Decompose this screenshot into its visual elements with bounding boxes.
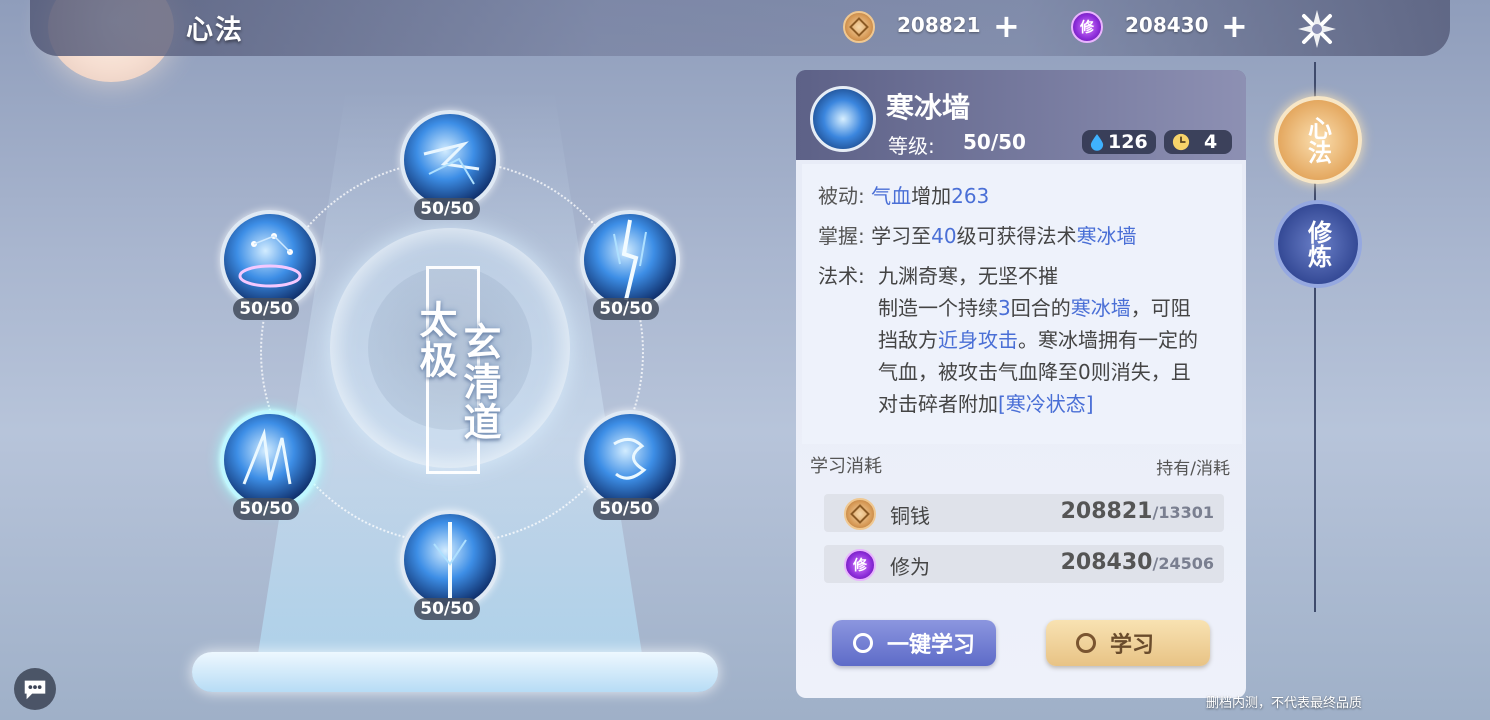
passive-label: 被动: [818, 184, 865, 208]
tab-xiulian[interactable]: 修炼 [1274, 200, 1362, 288]
spell-text: 九渊奇寒，无坚不摧 制造一个持续3回合的寒冰墙，可阻 挡敌方近身攻击。寒冰墙拥有… [878, 260, 1238, 420]
cost-header: 学习消耗 持有/消耗 [810, 452, 1230, 479]
cost-row-copper: 铜钱 208821/13301 [824, 494, 1224, 532]
cost-name: 铜钱 [890, 504, 930, 528]
mana-cost-pill: 126 [1082, 130, 1156, 154]
skill-slot-lower-right[interactable] [580, 410, 680, 510]
skill-level-badge: 50/50 [414, 598, 480, 620]
rune-icon [613, 438, 647, 480]
learn-all-button[interactable]: 一键学习 [832, 620, 996, 666]
cost-row-xiuwei: 修 修为 208430/24506 [824, 545, 1224, 583]
clock-icon [1172, 133, 1190, 151]
selected-skill-icon [810, 86, 876, 152]
skill-slot-upper-left[interactable] [220, 210, 320, 310]
circle-icon [1075, 633, 1096, 653]
close-icon [1298, 10, 1336, 48]
spell-line-1: 九渊奇寒，无坚不摧 [878, 264, 1058, 288]
spell-line-3: 挡敌方近身攻击。寒冰墙拥有一定的 [878, 328, 1198, 352]
master-level: 40 [931, 224, 957, 248]
skill-name: 寒冰墙 [886, 91, 971, 124]
cost-name: 修为 [890, 555, 930, 579]
lightning-icon [423, 141, 480, 185]
spell-line-5: 对击碎者附加[寒冷状态] [878, 392, 1094, 416]
skill-level-badge: 50/50 [593, 498, 659, 520]
skill-description: 被动: 气血增加263 掌握: 学习至40级可获得法术寒冰墙 法术: 九渊奇寒，… [802, 164, 1242, 444]
cost-amount: 208821/13301 [1060, 499, 1214, 524]
learn-label: 学习 [1109, 633, 1154, 658]
thunder-icon [613, 219, 647, 301]
cooldown-pill: 4 [1164, 130, 1232, 154]
add-copper-button[interactable]: + [993, 10, 1020, 42]
cooldown-value: 4 [1204, 131, 1218, 153]
xiu-coin-icon: 修 [844, 549, 876, 581]
learn-all-label: 一键学习 [886, 633, 975, 658]
copper-amount: 208821 [897, 13, 981, 37]
passive-value: 263 [951, 184, 990, 208]
chat-button[interactable] [14, 668, 56, 710]
school-text-right: 玄清道 [457, 322, 501, 442]
skill-level-badge: 50/50 [593, 298, 659, 320]
add-xiuwei-button[interactable]: + [1221, 10, 1248, 42]
copper-coin-icon [843, 11, 875, 43]
constellation-icon [238, 233, 302, 288]
skill-level-badge: 50/50 [414, 198, 480, 220]
learn-button[interactable]: 学习 [1046, 620, 1210, 666]
cost-title: 学习消耗 [810, 456, 882, 477]
spell-label: 法术: [818, 264, 865, 288]
chat-bubble-icon [24, 680, 46, 700]
master-spell: 寒冰墙 [1076, 224, 1137, 248]
passive-text: 增加 [911, 184, 952, 208]
skill-slot-upper-right[interactable] [580, 210, 680, 310]
skill-level-badge: 50/50 [233, 498, 299, 520]
water-drop-icon [1090, 134, 1104, 151]
skill-slot-lower-left[interactable] [220, 410, 320, 510]
xiu-coin-icon: 修 [1071, 11, 1103, 43]
scroll-rod [192, 652, 718, 692]
watermark: 删档内测，不代表最终品质 [1206, 696, 1363, 711]
skill-slot-bottom[interactable] [400, 510, 500, 610]
master-text: 学习至 [871, 224, 932, 248]
ice-wall-icon [242, 428, 292, 485]
master-label: 掌握: [818, 224, 865, 248]
sword-strike-icon [433, 522, 467, 598]
tab-xinfa[interactable]: 心法 [1274, 96, 1362, 184]
close-button[interactable] [1294, 6, 1340, 52]
passive-row: 被动: 气血增加263 [818, 180, 989, 212]
spell-line-2: 制造一个持续3回合的寒冰墙，可阻 [878, 296, 1191, 320]
passive-attr: 气血 [871, 184, 912, 208]
level-label: 等级: [888, 134, 935, 158]
cost-right-label: 持有/消耗 [1156, 459, 1230, 479]
circle-icon [852, 633, 873, 653]
mana-cost-value: 126 [1108, 131, 1148, 153]
skill-level-badge: 50/50 [233, 298, 299, 320]
skill-slot-top[interactable] [400, 110, 500, 210]
copper-coin-icon [844, 498, 876, 530]
page-title: 心法 [186, 15, 244, 46]
master-text-2: 级可获得法术 [956, 224, 1077, 248]
xiuwei-amount: 208430 [1125, 13, 1209, 37]
level-value: 50/50 [963, 130, 1026, 154]
cost-amount: 208430/24506 [1060, 550, 1214, 575]
master-row: 掌握: 学习至40级可获得法术寒冰墙 [818, 220, 1137, 252]
spell-line-4: 气血，被攻击气血降至0则消失，且 [878, 360, 1191, 384]
